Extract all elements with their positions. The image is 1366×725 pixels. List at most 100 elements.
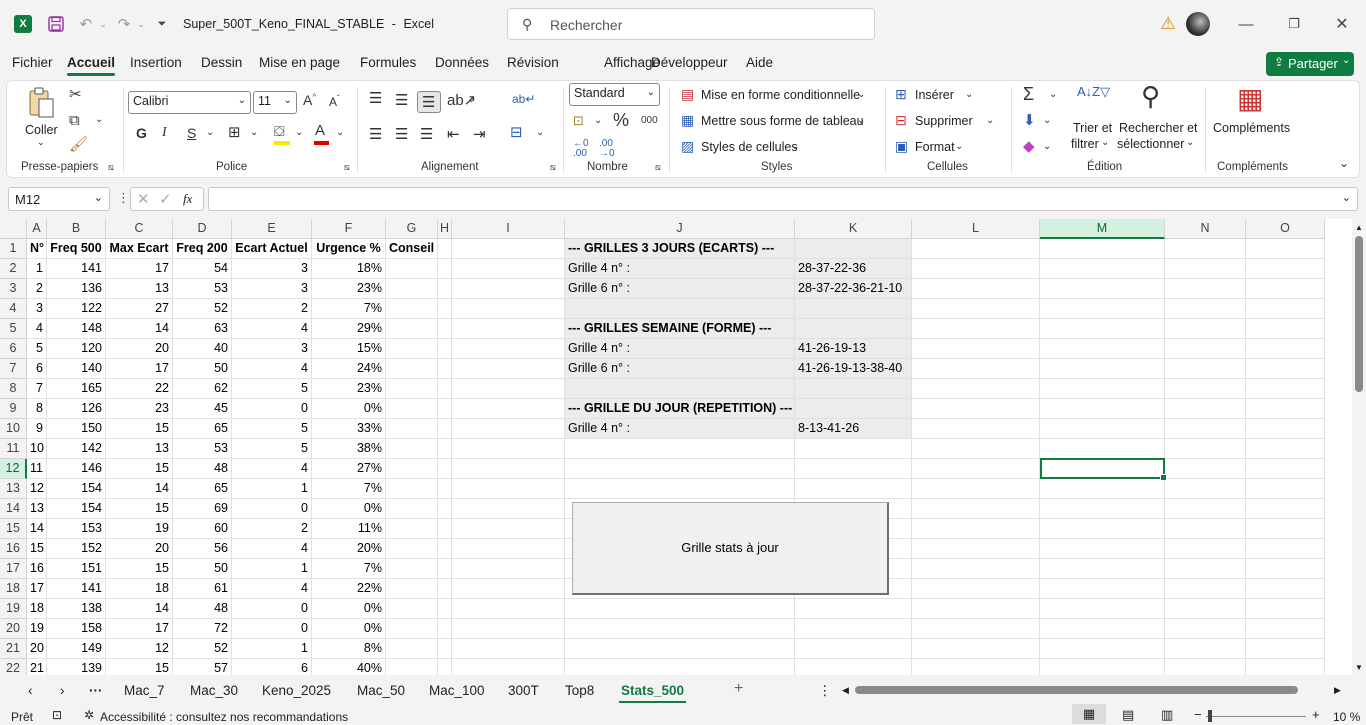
cell[interactable]: [438, 479, 452, 499]
cell[interactable]: [386, 559, 438, 579]
table-data-cell[interactable]: 5: [232, 379, 312, 399]
table-data-cell[interactable]: 18: [106, 579, 173, 599]
row-header-1[interactable]: 1: [0, 239, 27, 259]
table-data-cell[interactable]: 2: [27, 279, 47, 299]
cell[interactable]: [386, 299, 438, 319]
macro-recording-icon[interactable]: ⊡: [52, 708, 62, 722]
table-data-cell[interactable]: 138: [47, 599, 106, 619]
table-data-cell[interactable]: 15: [27, 539, 47, 559]
align-left-icon[interactable]: ☰: [369, 127, 382, 142]
table-data-cell[interactable]: 10: [27, 439, 47, 459]
table-data-cell[interactable]: 7%: [312, 299, 386, 319]
grille-label-cell[interactable]: Grille 6 n° :: [565, 279, 795, 299]
cell[interactable]: [1040, 539, 1165, 559]
cell[interactable]: [1246, 579, 1325, 599]
cell[interactable]: [1040, 339, 1165, 359]
maximize-icon[interactable]: ❐: [1284, 14, 1304, 34]
cell[interactable]: [386, 539, 438, 559]
cell[interactable]: [1165, 279, 1246, 299]
cell[interactable]: [912, 579, 1040, 599]
cell[interactable]: [912, 339, 1040, 359]
cut-icon[interactable]: ✂: [69, 87, 82, 102]
cell[interactable]: [452, 519, 565, 539]
cell[interactable]: [386, 659, 438, 675]
row-header-18[interactable]: 18: [0, 579, 27, 599]
paste-label[interactable]: Coller: [25, 123, 58, 137]
page-layout-icon[interactable]: ▤: [1122, 707, 1134, 723]
table-data-cell[interactable]: 40: [173, 339, 232, 359]
cell[interactable]: [795, 619, 912, 639]
cell[interactable]: [1246, 459, 1325, 479]
table-data-cell[interactable]: 122: [47, 299, 106, 319]
table-data-cell[interactable]: 13: [106, 439, 173, 459]
merge-center-icon[interactable]: ⊟: [510, 125, 523, 140]
cell[interactable]: [912, 399, 1040, 419]
grille-value-cell[interactable]: [795, 239, 912, 259]
table-data-cell[interactable]: 22: [106, 379, 173, 399]
cell[interactable]: [1040, 499, 1165, 519]
cell[interactable]: [386, 579, 438, 599]
table-data-cell[interactable]: 158: [47, 619, 106, 639]
cell[interactable]: [912, 619, 1040, 639]
paste-icon[interactable]: [27, 87, 55, 119]
scroll-up-icon[interactable]: ▲: [1355, 223, 1363, 232]
redo-dropdown-icon[interactable]: ⌄: [131, 14, 151, 34]
table-data-cell[interactable]: 22%: [312, 579, 386, 599]
table-data-cell[interactable]: 56: [173, 539, 232, 559]
delete-button[interactable]: Supprimer: [915, 114, 973, 128]
cell[interactable]: [452, 479, 565, 499]
enter-icon[interactable]: ✓: [159, 190, 172, 208]
chevron-down-icon[interactable]: ⌄: [857, 116, 865, 126]
table-data-cell[interactable]: 1: [232, 639, 312, 659]
cell[interactable]: [386, 499, 438, 519]
row-header-6[interactable]: 6: [0, 339, 27, 359]
table-data-cell[interactable]: 52: [173, 299, 232, 319]
cell[interactable]: [1040, 659, 1165, 675]
table-data-cell[interactable]: 20: [27, 639, 47, 659]
cell[interactable]: [386, 639, 438, 659]
table-data-cell[interactable]: 8%: [312, 639, 386, 659]
table-data-cell[interactable]: 5: [232, 419, 312, 439]
table-data-cell[interactable]: 6: [27, 359, 47, 379]
scroll-left-icon[interactable]: ◀: [842, 685, 849, 696]
table-data-cell[interactable]: 6: [232, 659, 312, 675]
cell[interactable]: [1165, 299, 1246, 319]
table-data-cell[interactable]: 3: [232, 259, 312, 279]
row-header-5[interactable]: 5: [0, 319, 27, 339]
column-header-n[interactable]: N: [1165, 219, 1246, 239]
cell[interactable]: [795, 439, 912, 459]
more-options-icon[interactable]: ⋮: [818, 683, 832, 699]
spreadsheet-grid[interactable]: A B C D E F G H I J K L M N O 1 2 3 4 5 6 7 8 9 10 11 12 13 14 15 16 17…: [0, 219, 1352, 675]
cell[interactable]: [386, 279, 438, 299]
cell[interactable]: [452, 419, 565, 439]
cell[interactable]: [438, 339, 452, 359]
table-data-cell[interactable]: 5: [27, 339, 47, 359]
next-sheet-icon[interactable]: ›: [60, 683, 65, 698]
font-color-icon[interactable]: A: [314, 123, 329, 145]
table-header-cell[interactable]: Urgence %: [312, 239, 386, 259]
cell[interactable]: [1040, 479, 1165, 499]
grille-label-cell[interactable]: --- GRILLES 3 JOURS (ECARTS) ---: [565, 239, 795, 259]
table-data-cell[interactable]: 15: [106, 499, 173, 519]
cell[interactable]: [438, 359, 452, 379]
increase-decimal-icon[interactable]: ←0.00: [573, 139, 589, 159]
table-data-cell[interactable]: 17: [27, 579, 47, 599]
cell[interactable]: [386, 399, 438, 419]
cell[interactable]: [565, 479, 795, 499]
table-data-cell[interactable]: 8: [27, 399, 47, 419]
table-data-cell[interactable]: 13: [106, 279, 173, 299]
menu-formules[interactable]: Formules: [360, 55, 416, 70]
collapse-ribbon-icon[interactable]: ⌄: [1339, 157, 1349, 169]
chevron-down-icon[interactable]: ⌄: [1186, 138, 1194, 148]
cell[interactable]: [438, 659, 452, 675]
cell[interactable]: [795, 479, 912, 499]
row-header-19[interactable]: 19: [0, 599, 27, 619]
row-header-21[interactable]: 21: [0, 639, 27, 659]
table-data-cell[interactable]: 7: [27, 379, 47, 399]
table-data-cell[interactable]: 57: [173, 659, 232, 675]
sort-filter-label-2[interactable]: filtrer: [1071, 137, 1099, 151]
accessibility-icon[interactable]: ✲: [84, 708, 94, 722]
cell[interactable]: [912, 659, 1040, 675]
grille-value-cell[interactable]: 8-13-41-26: [795, 419, 912, 439]
cell[interactable]: [795, 599, 912, 619]
